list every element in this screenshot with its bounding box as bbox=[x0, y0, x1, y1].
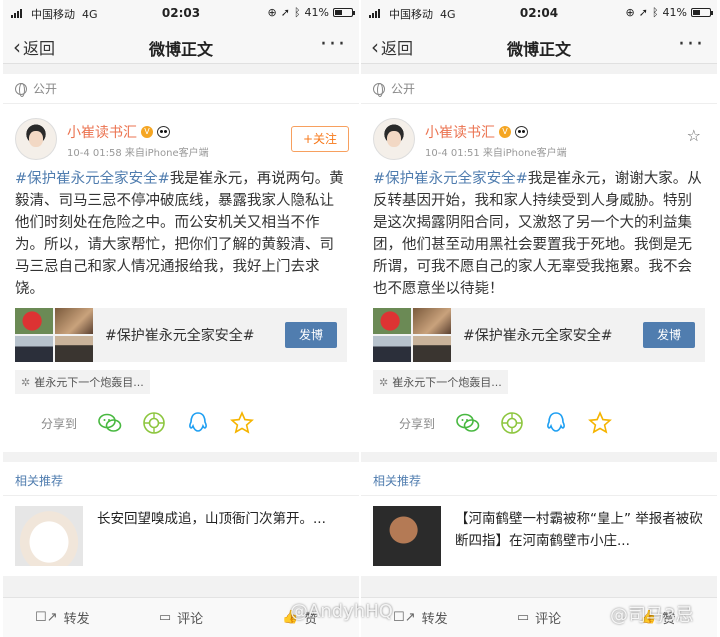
post-topic-button[interactable]: 发博 bbox=[285, 322, 337, 348]
visibility-row: 公开 bbox=[3, 74, 359, 104]
panda-badge-icon bbox=[515, 126, 528, 138]
topic-share-card[interactable]: #保护崔永元全家安全# 发博 bbox=[15, 308, 347, 362]
moments-icon[interactable] bbox=[499, 410, 525, 436]
orientation-lock-icon: ⊕ bbox=[625, 6, 635, 19]
post-text: #保护崔永元全家安全#我是崔永元，谢谢大家。从反转基因开始，我和家人持续受到人身… bbox=[373, 171, 702, 297]
topic-title: #保护崔永元全家安全# bbox=[105, 328, 255, 344]
post-header: 小崔读书汇 V 10-4 01:58 来自iPhone客户端 +关注 bbox=[3, 104, 359, 164]
share-label: 分享到 bbox=[41, 416, 78, 431]
right-screenshot-panel: 中国移动 4G 02:04 ⊕ ➚ ᛒ 41% ‹ 返回 微博正文 ··· 公开… bbox=[361, 0, 717, 637]
wechat-icon[interactable] bbox=[455, 410, 481, 436]
hashtag-link[interactable]: #保护崔永元全家安全# bbox=[15, 171, 170, 187]
comment-button[interactable]: ▭ 评论 bbox=[122, 598, 241, 637]
thumbnail-image bbox=[15, 336, 53, 362]
related-thumbnail bbox=[15, 506, 83, 566]
thumbnail-image bbox=[373, 336, 411, 362]
topic-chip[interactable]: ✲ 崔永元下一个炮轰目... bbox=[15, 370, 150, 394]
more-menu-button[interactable]: ··· bbox=[320, 32, 347, 57]
comment-icon: ▭ bbox=[158, 610, 172, 625]
related-section-title: 相关推荐 bbox=[361, 462, 717, 496]
status-bar: 中国移动 4G 02:04 ⊕ ➚ ᛒ 41% bbox=[361, 0, 717, 28]
bluetooth-icon: ᛒ bbox=[651, 6, 659, 19]
related-section-title: 相关推荐 bbox=[3, 462, 359, 496]
thumbnail-image bbox=[55, 308, 93, 334]
left-screenshot-panel: 中国移动 4G 02:03 ⊕ ➚ ᛒ 41% ‹ 返回 微博正文 ··· 公开… bbox=[3, 0, 359, 637]
status-right: ⊕ ➚ ᛒ 41% bbox=[267, 6, 355, 19]
vip-badge-icon: V bbox=[141, 126, 153, 138]
post-card: 公开 小崔读书汇 V 10-4 01:51 来自iPhone客户端 ☆ #保护崔… bbox=[361, 74, 717, 452]
battery-percent: 41% bbox=[304, 6, 329, 19]
related-item[interactable]: 长安回望嗅成追，山顶衙门次第开。... bbox=[3, 496, 359, 576]
bluetooth-icon: ᛒ bbox=[293, 6, 301, 19]
battery-icon bbox=[333, 8, 355, 17]
share-row: 分享到 bbox=[3, 394, 359, 452]
visibility-row: 公开 bbox=[361, 74, 717, 104]
vip-badge-icon: V bbox=[499, 126, 511, 138]
orientation-lock-icon: ⊕ bbox=[267, 6, 277, 19]
nav-bar: ‹ 返回 微博正文 ··· bbox=[361, 28, 717, 64]
globe-icon bbox=[373, 82, 385, 97]
topic-title: #保护崔永元全家安全# bbox=[463, 328, 613, 344]
page-title: 微博正文 bbox=[148, 40, 213, 59]
topic-share-card[interactable]: #保护崔永元全家安全# 发博 bbox=[373, 308, 705, 362]
thumbnail-image bbox=[15, 308, 53, 334]
related-item-text: 【河南鹤壁一村霸被称“皇上” 举报者被砍断四指】在河南鹤壁市小庄... bbox=[455, 511, 703, 549]
post-meta: 10-4 01:58 来自iPhone客户端 bbox=[67, 148, 209, 159]
repost-icon: ☐↗ bbox=[35, 610, 58, 625]
watermark: @AndyhHQ bbox=[290, 601, 393, 622]
status-bar: 中国移动 4G 02:03 ⊕ ➚ ᛒ 41% bbox=[3, 0, 359, 28]
post-card: 公开 小崔读书汇 V 10-4 01:58 来自iPhone客户端 +关注 #保… bbox=[3, 74, 359, 452]
battery-percent: 41% bbox=[662, 6, 687, 19]
location-icon: ➚ bbox=[638, 6, 648, 19]
topic-icon: ✲ bbox=[21, 375, 31, 389]
panda-badge-icon bbox=[157, 126, 170, 138]
watermark: @司马3忌 bbox=[610, 605, 694, 626]
related-item-text: 长安回望嗅成追，山顶衙门次第开。... bbox=[97, 511, 326, 527]
thumbnail-image bbox=[373, 308, 411, 334]
page-title: 微博正文 bbox=[506, 40, 571, 59]
related-thumbnail bbox=[373, 506, 441, 566]
thumbnail-image bbox=[413, 336, 451, 362]
topic-icon: ✲ bbox=[379, 375, 389, 389]
wechat-icon[interactable] bbox=[97, 410, 123, 436]
comment-button[interactable]: ▭ 评论 bbox=[480, 598, 599, 637]
battery-icon bbox=[691, 8, 713, 17]
topic-chip[interactable]: ✲ 崔永元下一个炮轰目... bbox=[373, 370, 508, 394]
avatar[interactable] bbox=[15, 118, 57, 160]
post-text: #保护崔永元全家安全#我是崔永元，再说两句。黄毅清、司马三忌不停冲破底线，暴露我… bbox=[15, 171, 344, 297]
topic-thumbnails bbox=[15, 308, 95, 362]
hashtag-link[interactable]: #保护崔永元全家安全# bbox=[373, 171, 528, 187]
qq-icon[interactable] bbox=[185, 410, 211, 436]
topic-thumbnails bbox=[373, 308, 453, 362]
username[interactable]: 小崔读书汇 V bbox=[67, 122, 170, 142]
thumbnail-image bbox=[55, 336, 93, 362]
location-icon: ➚ bbox=[280, 6, 290, 19]
post-topic-button[interactable]: 发博 bbox=[643, 322, 695, 348]
post-meta: 10-4 01:51 来自iPhone客户端 bbox=[425, 148, 567, 159]
repost-button[interactable]: ☐↗ 转发 bbox=[3, 598, 122, 637]
status-right: ⊕ ➚ ᛒ 41% bbox=[625, 6, 713, 19]
avatar[interactable] bbox=[373, 118, 415, 160]
comment-icon: ▭ bbox=[516, 610, 530, 625]
more-menu-button[interactable]: ··· bbox=[678, 32, 705, 57]
qzone-star-icon[interactable] bbox=[229, 410, 255, 436]
nav-bar: ‹ 返回 微博正文 ··· bbox=[3, 28, 359, 64]
globe-icon bbox=[15, 82, 27, 97]
follow-button[interactable]: +关注 bbox=[291, 126, 349, 152]
share-row: 分享到 bbox=[361, 394, 717, 452]
qzone-star-icon[interactable] bbox=[587, 410, 613, 436]
share-label: 分享到 bbox=[399, 416, 436, 431]
username[interactable]: 小崔读书汇 V bbox=[425, 122, 528, 142]
post-header: 小崔读书汇 V 10-4 01:51 来自iPhone客户端 ☆ bbox=[361, 104, 717, 164]
thumbnail-image bbox=[413, 308, 451, 334]
repost-icon: ☐↗ bbox=[393, 610, 416, 625]
qq-icon[interactable] bbox=[543, 410, 569, 436]
related-item[interactable]: 【河南鹤壁一村霸被称“皇上” 举报者被砍断四指】在河南鹤壁市小庄... bbox=[361, 496, 717, 576]
moments-icon[interactable] bbox=[141, 410, 167, 436]
favorite-star-icon[interactable]: ☆ bbox=[687, 126, 701, 145]
